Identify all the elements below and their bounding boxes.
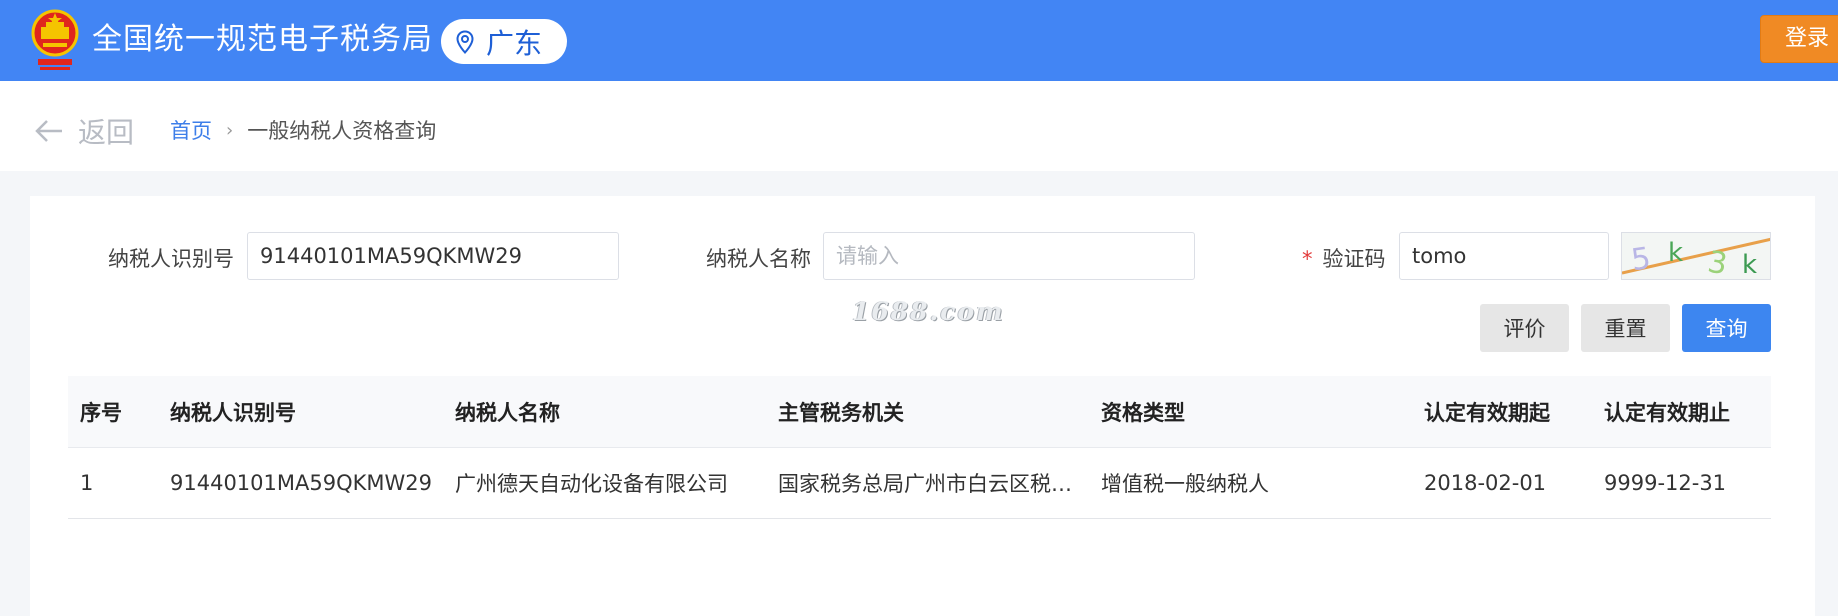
column-header: 纳税人名称 bbox=[455, 400, 560, 425]
region-label: 广东 bbox=[486, 26, 543, 60]
location-pin-icon bbox=[456, 29, 474, 54]
table-cell: 增值税一般纳税人 bbox=[1101, 472, 1269, 496]
captcha-glyphs: 5 k 3 k bbox=[1622, 237, 1770, 280]
table-cell: 广州德天自动化设备有限公司 bbox=[455, 472, 728, 496]
table-cell: 1 bbox=[80, 471, 94, 495]
taxpayer-id-input[interactable] bbox=[247, 232, 619, 280]
taxpayer-id-label: 纳税人识别号 bbox=[108, 247, 234, 271]
required-mark: * bbox=[1302, 247, 1313, 271]
query-card: 纳税人识别号 纳税人名称 * 验证码 5 k 3 k 1688.com 评价 重置… bbox=[30, 196, 1815, 616]
captcha-input[interactable] bbox=[1399, 232, 1609, 280]
watermark: 1688.com bbox=[852, 297, 1005, 326]
table-cell: 91440101MA59QKMW29 bbox=[170, 471, 432, 495]
table-cell: 国家税务总局广州市白云区税… bbox=[778, 472, 1072, 496]
evaluate-button[interactable]: 评价 bbox=[1480, 304, 1569, 352]
reset-button[interactable]: 重置 bbox=[1581, 304, 1670, 352]
captcha-label: * 验证码 bbox=[1302, 243, 1386, 273]
breadcrumb: 首页 › 一般纳税人资格查询 bbox=[170, 115, 436, 145]
top-bar: 全国统一规范电子税务局 广东 登录 bbox=[0, 0, 1838, 81]
table-header: 序号 纳税人识别号 纳税人名称 主管税务机关 资格类型 认定有效期起 认定有效期… bbox=[68, 376, 1771, 448]
breadcrumb-current: 一般纳税人资格查询 bbox=[247, 119, 437, 143]
arrow-left-icon bbox=[35, 120, 62, 142]
captcha-label-text: 验证码 bbox=[1322, 247, 1386, 271]
taxpayer-name-input[interactable] bbox=[823, 232, 1195, 280]
column-header: 认定有效期止 bbox=[1604, 400, 1730, 425]
national-emblem-icon bbox=[31, 9, 79, 70]
svg-text:k: k bbox=[1742, 250, 1757, 280]
svg-text:3: 3 bbox=[1705, 245, 1730, 280]
login-button[interactable]: 登录 bbox=[1760, 15, 1838, 63]
svg-text:5: 5 bbox=[1629, 241, 1653, 278]
taxpayer-name-label: 纳税人名称 bbox=[706, 247, 811, 271]
query-button[interactable]: 查询 bbox=[1682, 304, 1771, 352]
svg-text:k: k bbox=[1668, 238, 1683, 268]
column-header: 资格类型 bbox=[1101, 400, 1185, 425]
region-selector[interactable]: 广东 bbox=[441, 19, 567, 64]
captcha-image[interactable]: 5 k 3 k bbox=[1621, 232, 1771, 280]
column-header: 纳税人识别号 bbox=[170, 400, 296, 425]
back-label: 返回 bbox=[78, 116, 135, 149]
column-header: 主管税务机关 bbox=[778, 400, 904, 425]
breadcrumb-bar: 返回 首页 › 一般纳税人资格查询 bbox=[0, 81, 1838, 171]
chevron-right-icon: › bbox=[226, 119, 234, 141]
table-cell: 9999-12-31 bbox=[1604, 471, 1727, 495]
column-header: 认定有效期起 bbox=[1424, 400, 1550, 425]
results-table: 序号 纳税人识别号 纳税人名称 主管税务机关 资格类型 认定有效期起 认定有效期… bbox=[68, 376, 1771, 519]
table-cell: 2018-02-01 bbox=[1424, 471, 1547, 495]
back-button[interactable]: 返回 bbox=[34, 111, 134, 151]
site-title: 全国统一规范电子税务局 bbox=[92, 22, 433, 57]
column-header: 序号 bbox=[80, 400, 122, 425]
table-row[interactable]: 1 91440101MA59QKMW29 广州德天自动化设备有限公司 国家税务总… bbox=[68, 448, 1771, 519]
breadcrumb-home-link[interactable]: 首页 bbox=[170, 115, 212, 145]
